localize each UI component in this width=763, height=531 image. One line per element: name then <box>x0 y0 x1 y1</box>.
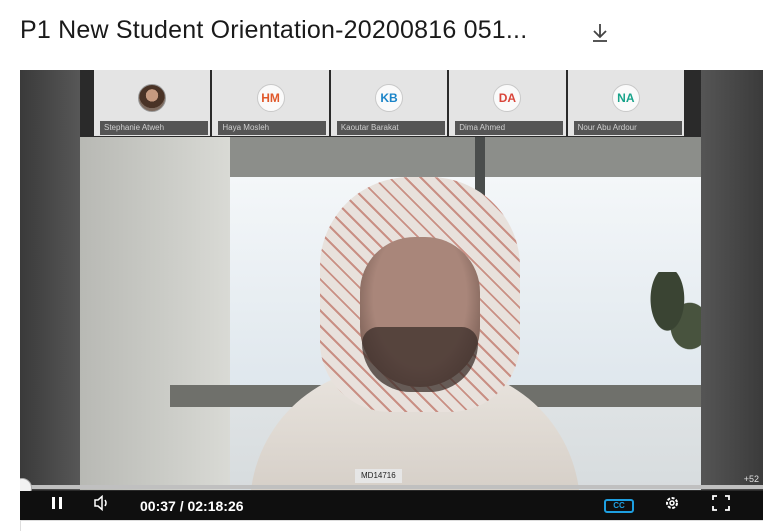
download-icon[interactable] <box>588 20 612 46</box>
player-right-backdrop <box>701 70 763 490</box>
current-time: 00:37 <box>140 498 176 514</box>
active-speaker-label: MD14716 <box>355 469 402 483</box>
participant-name: Dima Ahmed <box>455 121 564 135</box>
volume-icon <box>93 494 111 516</box>
speaker-figure <box>250 177 580 490</box>
title-bar: P1 New Student Orientation-20200816 051.… <box>0 0 763 66</box>
participant-tile[interactable]: HM Haya Mosleh <box>212 70 329 136</box>
participant-photo <box>138 84 167 112</box>
volume-button[interactable] <box>90 491 114 520</box>
video-wall <box>80 137 230 490</box>
participant-initials-avatar: KB <box>375 84 404 112</box>
participant-name: Stephanie Atweh <box>100 121 208 135</box>
participant-tile[interactable]: Stephanie Atweh <box>94 70 211 136</box>
fullscreen-button[interactable] <box>708 491 734 520</box>
total-duration: 02:18:26 <box>187 498 244 514</box>
time-separator: / <box>175 498 188 514</box>
participant-name: Kaoutar Barakat <box>336 121 445 135</box>
player-controls: 00:37 / 02:18:26 CC <box>20 491 763 520</box>
video-player[interactable]: Stephanie Atweh HM Haya Mosleh KB Kaoutar Ba… <box>20 70 763 520</box>
participant-name: Nour Abu Ardour <box>573 121 682 135</box>
participant-tile[interactable]: DA Dima Ahmed <box>449 70 566 136</box>
progress-bar[interactable] <box>20 485 763 489</box>
more-participants-count[interactable]: +52 <box>744 474 759 484</box>
gear-icon <box>664 495 680 516</box>
closed-captions-button[interactable]: CC <box>602 491 636 520</box>
settings-button[interactable] <box>660 491 684 520</box>
pause-icon <box>51 496 63 515</box>
active-speaker-video: MD14716 <box>80 137 701 490</box>
participant-initials-avatar: DA <box>493 84 522 112</box>
closed-captions-icon: CC <box>604 498 634 513</box>
participant-tile[interactable]: NA Nour Abu Ardour <box>567 70 685 136</box>
participant-name: Haya Mosleh <box>218 121 327 135</box>
fullscreen-icon <box>712 495 730 516</box>
playback-time: 00:37 / 02:18:26 <box>140 498 244 514</box>
participant-strip: Stephanie Atweh HM Haya Mosleh KB Kaoutar Ba… <box>94 70 685 136</box>
recording-title: P1 New Student Orientation-20200816 051.… <box>20 16 528 44</box>
video-window-frame <box>230 137 701 177</box>
video-plant <box>645 272 701 362</box>
participant-tile[interactable]: KB Kaoutar Barakat <box>330 70 448 136</box>
participant-initials-avatar: NA <box>611 84 640 112</box>
pause-button[interactable] <box>46 491 68 520</box>
player-left-backdrop <box>20 70 80 490</box>
page-bottom-edge <box>20 520 763 531</box>
participant-initials-avatar: HM <box>256 84 285 112</box>
